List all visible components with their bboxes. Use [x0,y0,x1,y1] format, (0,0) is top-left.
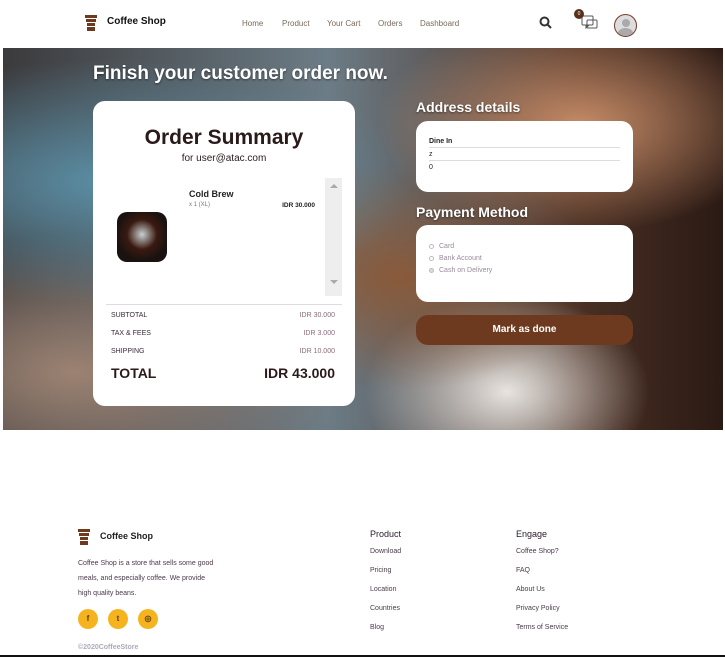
radio-icon[interactable] [429,243,434,249]
shipping-label: SHIPPING [111,348,145,355]
address-card: Dine In z 0 [416,121,633,192]
shipping-row: SHIPPING IDR 10.000 [111,348,335,355]
payment-title: Payment Method [416,204,529,220]
subtotal-row: SUBTOTAL IDR 30.000 [111,312,335,319]
option-label: Bank Account [439,255,482,262]
total-row: TOTAL IDR 43.000 [111,365,335,381]
nav-home[interactable]: Home [242,19,263,28]
tax-value: IDR 3.000 [303,330,335,337]
footer-link-coffee-shop[interactable]: Coffee Shop? [516,548,559,555]
item-price: IDR 30.000 [282,202,315,209]
item-qty: x 1 (XL) [189,202,211,208]
radio-icon[interactable] [429,267,434,273]
scroll-up-icon[interactable] [329,184,338,188]
search-icon[interactable] [539,16,552,29]
item-name: Cold Brew [189,189,234,199]
description-line: high quality beans. [78,590,137,597]
address-title: Address details [416,99,521,115]
address-line: z [429,151,620,161]
description-line: Coffee Shop is a store that sells some g… [78,560,214,567]
footer-link-terms[interactable]: Terms of Service [516,624,568,631]
total-label: TOTAL [111,365,157,381]
address-line: 0 [429,164,433,171]
copyright: ©2020CoffeeStore [78,644,139,651]
total-value: IDR 43.000 [264,365,335,381]
description-line: meals, and especially coffee. We provide [78,575,205,582]
option-label: Card [439,243,455,250]
tax-label: TAX & FEES [111,330,151,337]
subtotal-label: SUBTOTAL [111,312,148,319]
order-summary-title: Order Summary [144,126,304,149]
footer-link-pricing[interactable]: Pricing [370,567,391,574]
order-summary-subtitle: for user@atac.com [181,153,267,164]
payment-option-card[interactable]: Card [429,243,454,250]
footer-brand: Coffee Shop [100,531,153,541]
logo-icon [85,15,97,31]
item-list-scrollbar[interactable] [325,178,342,296]
radio-icon[interactable] [429,255,434,261]
nav-product[interactable]: Product [282,19,310,28]
twitter-icon[interactable]: t [108,609,128,629]
chat-icon[interactable] [581,14,598,31]
hero-heading: Finish your customer order now. [93,63,388,84]
tax-row: TAX & FEES IDR 3.000 [111,330,335,337]
divider [106,304,342,305]
footer-logo-icon [78,529,90,545]
facebook-icon[interactable]: f [78,609,98,629]
nav-your-cart[interactable]: Your Cart [327,19,361,28]
item-list: Cold Brew x 1 (XL) IDR 30.000 [111,178,325,296]
footer-link-countries[interactable]: Countries [370,605,400,612]
footer-link-download[interactable]: Download [370,548,401,555]
subtotal-value: IDR 30.000 [299,312,335,319]
scroll-down-icon[interactable] [329,280,338,284]
avatar[interactable] [614,14,637,37]
footer-link-blog[interactable]: Blog [370,624,384,631]
nav-dashboard[interactable]: Dashboard [420,19,459,28]
footer-link-privacy-policy[interactable]: Privacy Policy [516,605,560,612]
footer-description: Coffee Shop is a store that sells some g… [78,556,213,601]
footer-link-location[interactable]: Location [370,586,396,593]
item-image [117,212,167,262]
brand-name[interactable]: Coffee Shop [107,16,166,27]
notification-badge: 0 [574,9,584,19]
product-title: Product [370,529,402,539]
address-line: Dine In [429,138,620,148]
instagram-icon[interactable]: ◎ [138,609,158,629]
footer-link-about-us[interactable]: About Us [516,586,545,593]
mark-as-done-button[interactable]: Mark as done [416,315,633,345]
payment-option-cash-on-delivery[interactable]: Cash on Delivery [429,267,492,274]
engage-title: Engage [516,529,548,539]
payment-option-bank-account[interactable]: Bank Account [429,255,482,262]
nav-orders[interactable]: Orders [378,19,402,28]
shipping-value: IDR 10.000 [299,348,335,355]
footer-link-faq[interactable]: FAQ [516,567,530,574]
payment-card [416,225,633,302]
option-label: Cash on Delivery [439,267,493,274]
